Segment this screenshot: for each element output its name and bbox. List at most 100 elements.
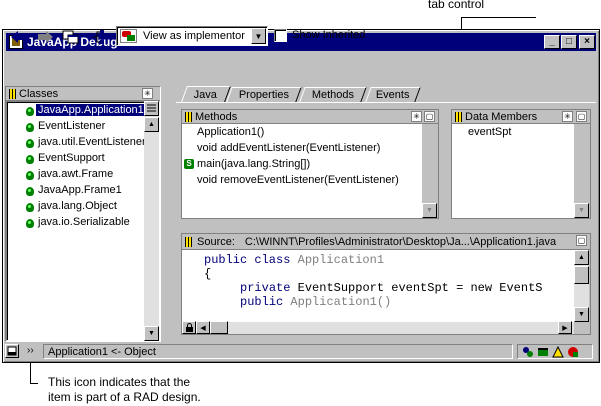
tab-label: Events	[375, 89, 410, 101]
rad-design-icon	[26, 155, 34, 164]
hierarchy-button[interactable]	[86, 27, 108, 47]
code-text: Application1()	[283, 295, 392, 309]
method-list-item[interactable]: Application1()	[197, 126, 264, 138]
window-icon[interactable]: ▢	[576, 235, 587, 246]
data-members-list	[452, 124, 574, 218]
static-method-icon: S	[184, 159, 194, 169]
warning-icon	[552, 345, 564, 357]
rad-callout-text-1: This icon indicates that the	[48, 375, 191, 389]
expand-icon[interactable]: ››	[27, 345, 34, 356]
list-icon	[147, 104, 156, 111]
data-members-scroll-down[interactable]: ▼	[574, 203, 589, 218]
show-inherited-checkbox[interactable]	[274, 29, 287, 42]
code-line: {	[204, 267, 211, 281]
minimize-button[interactable]: _	[544, 35, 560, 49]
class-list-item[interactable]: java.lang.Object	[38, 200, 117, 212]
code-text: {	[204, 267, 212, 281]
code-line: private EventSupport eventSpt = new Even…	[204, 281, 542, 295]
view-mode-icon	[120, 29, 137, 43]
window-icon[interactable]: ▢	[576, 111, 587, 122]
code-text: EventSupport eventSpt = new EventS	[290, 281, 543, 295]
status-bar: ›› Application1 <- Object	[5, 344, 595, 360]
class-list-item[interactable]: JavaApp.Frame1	[38, 184, 122, 196]
grip-icon	[9, 88, 16, 99]
method-list-item[interactable]: main(java.lang.String[])	[197, 158, 310, 170]
methods-scroll-down[interactable]: ▼	[422, 203, 437, 218]
tab-label: Java	[194, 88, 218, 101]
class-list-item[interactable]: java.awt.Frame	[38, 168, 113, 180]
new-icon[interactable]: ✳	[562, 111, 573, 122]
classes-panel-header: Classes ✳	[6, 87, 160, 101]
data-members-title: Data Members	[465, 110, 538, 123]
database-icon	[538, 347, 548, 356]
class-list-item[interactable]: EventSupport	[38, 152, 105, 164]
source-scroll-up[interactable]: ▲	[574, 250, 589, 265]
hscroll-left[interactable]: ◀	[196, 321, 210, 334]
code-text: Application1	[290, 253, 385, 267]
stop-icon	[568, 346, 578, 357]
close-button[interactable]: ×	[579, 35, 595, 49]
class-list-item[interactable]: java.util.EventListener	[38, 136, 146, 148]
tab-control-callout-hline	[461, 17, 536, 18]
rad-design-icon	[26, 219, 34, 228]
source-label: Source:	[197, 235, 235, 248]
forward-button[interactable]	[34, 27, 56, 47]
rad-callout-text-2: item is part of a RAD design.	[48, 390, 201, 404]
left-arrow-icon	[11, 31, 26, 43]
tab-java[interactable]: Java	[181, 86, 231, 102]
tab-control-callout: tab control	[428, 0, 485, 11]
grip-icon	[185, 111, 192, 122]
status-icon-button[interactable]	[5, 344, 19, 358]
back-button[interactable]	[8, 27, 30, 47]
tab-properties[interactable]: Properties	[226, 87, 302, 102]
classes-scroll-down[interactable]: ▼	[144, 326, 159, 341]
grip-icon	[455, 111, 462, 122]
view-mode-select[interactable]: View as implementor ▼	[116, 26, 268, 46]
method-list-item[interactable]: void addEventListener(EventListener)	[197, 142, 380, 154]
rad-design-icon	[26, 107, 34, 116]
hscroll-right[interactable]: ▶	[558, 321, 572, 334]
data-members-header: Data Members ✳ ▢	[452, 110, 590, 124]
classes-panel-title: Classes	[19, 87, 59, 100]
methods-panel-header: Methods ✳ ▢	[182, 110, 438, 124]
methods-panel-title: Methods	[195, 110, 238, 123]
source-scroll-thumb[interactable]	[574, 266, 589, 284]
status-text: Application1 <- Object	[48, 346, 156, 358]
hscroll-thumb[interactable]	[210, 321, 228, 334]
maximize-button[interactable]: □	[561, 35, 577, 49]
tab-events[interactable]: Events	[365, 87, 421, 102]
source-scroll-down[interactable]: ▼	[574, 307, 589, 322]
rad-design-icon	[26, 123, 34, 132]
chevron-down-icon[interactable]: ▼	[251, 28, 266, 44]
hierarchy-icon	[89, 30, 104, 44]
class-list-item[interactable]: java.io.Serializable	[38, 216, 130, 228]
lock-icon	[185, 323, 193, 332]
classes-scroll-up[interactable]	[144, 101, 159, 116]
tab-methods[interactable]: Methods	[299, 87, 367, 102]
code-line: public Application1()	[204, 295, 391, 309]
classes-scroll-thumb[interactable]: ▲	[144, 117, 159, 132]
windows-icon	[62, 30, 79, 44]
source-hscroll[interactable]	[182, 322, 574, 334]
right-arrow-icon	[38, 31, 53, 43]
code-keyword: private	[240, 281, 291, 295]
classes-scrollbar[interactable]	[144, 101, 159, 341]
rad-callout-hline	[30, 383, 38, 384]
new-icon[interactable]: ✳	[411, 111, 422, 122]
grip-icon	[185, 236, 192, 247]
source-path: C:\WINNT\Profiles\Administrator\Desktop\…	[244, 235, 557, 248]
new-icon[interactable]: ✳	[142, 88, 153, 99]
source-code: public class Application1 { private Event…	[188, 253, 568, 309]
code-keyword: public class	[204, 253, 291, 267]
class-list-item[interactable]: EventListener	[38, 120, 105, 132]
method-list-item[interactable]: void removeEventListener(EventListener)	[197, 174, 399, 186]
class-list-item[interactable]: JavaApp.Application1	[36, 104, 146, 116]
rad-design-icon	[26, 187, 34, 196]
window-icon[interactable]: ▢	[424, 111, 435, 122]
view-mode-value: View as implementor	[143, 30, 245, 42]
lock-button[interactable]	[182, 321, 196, 334]
browse-button[interactable]	[60, 27, 82, 47]
data-member-item[interactable]: eventSpt	[468, 126, 511, 138]
